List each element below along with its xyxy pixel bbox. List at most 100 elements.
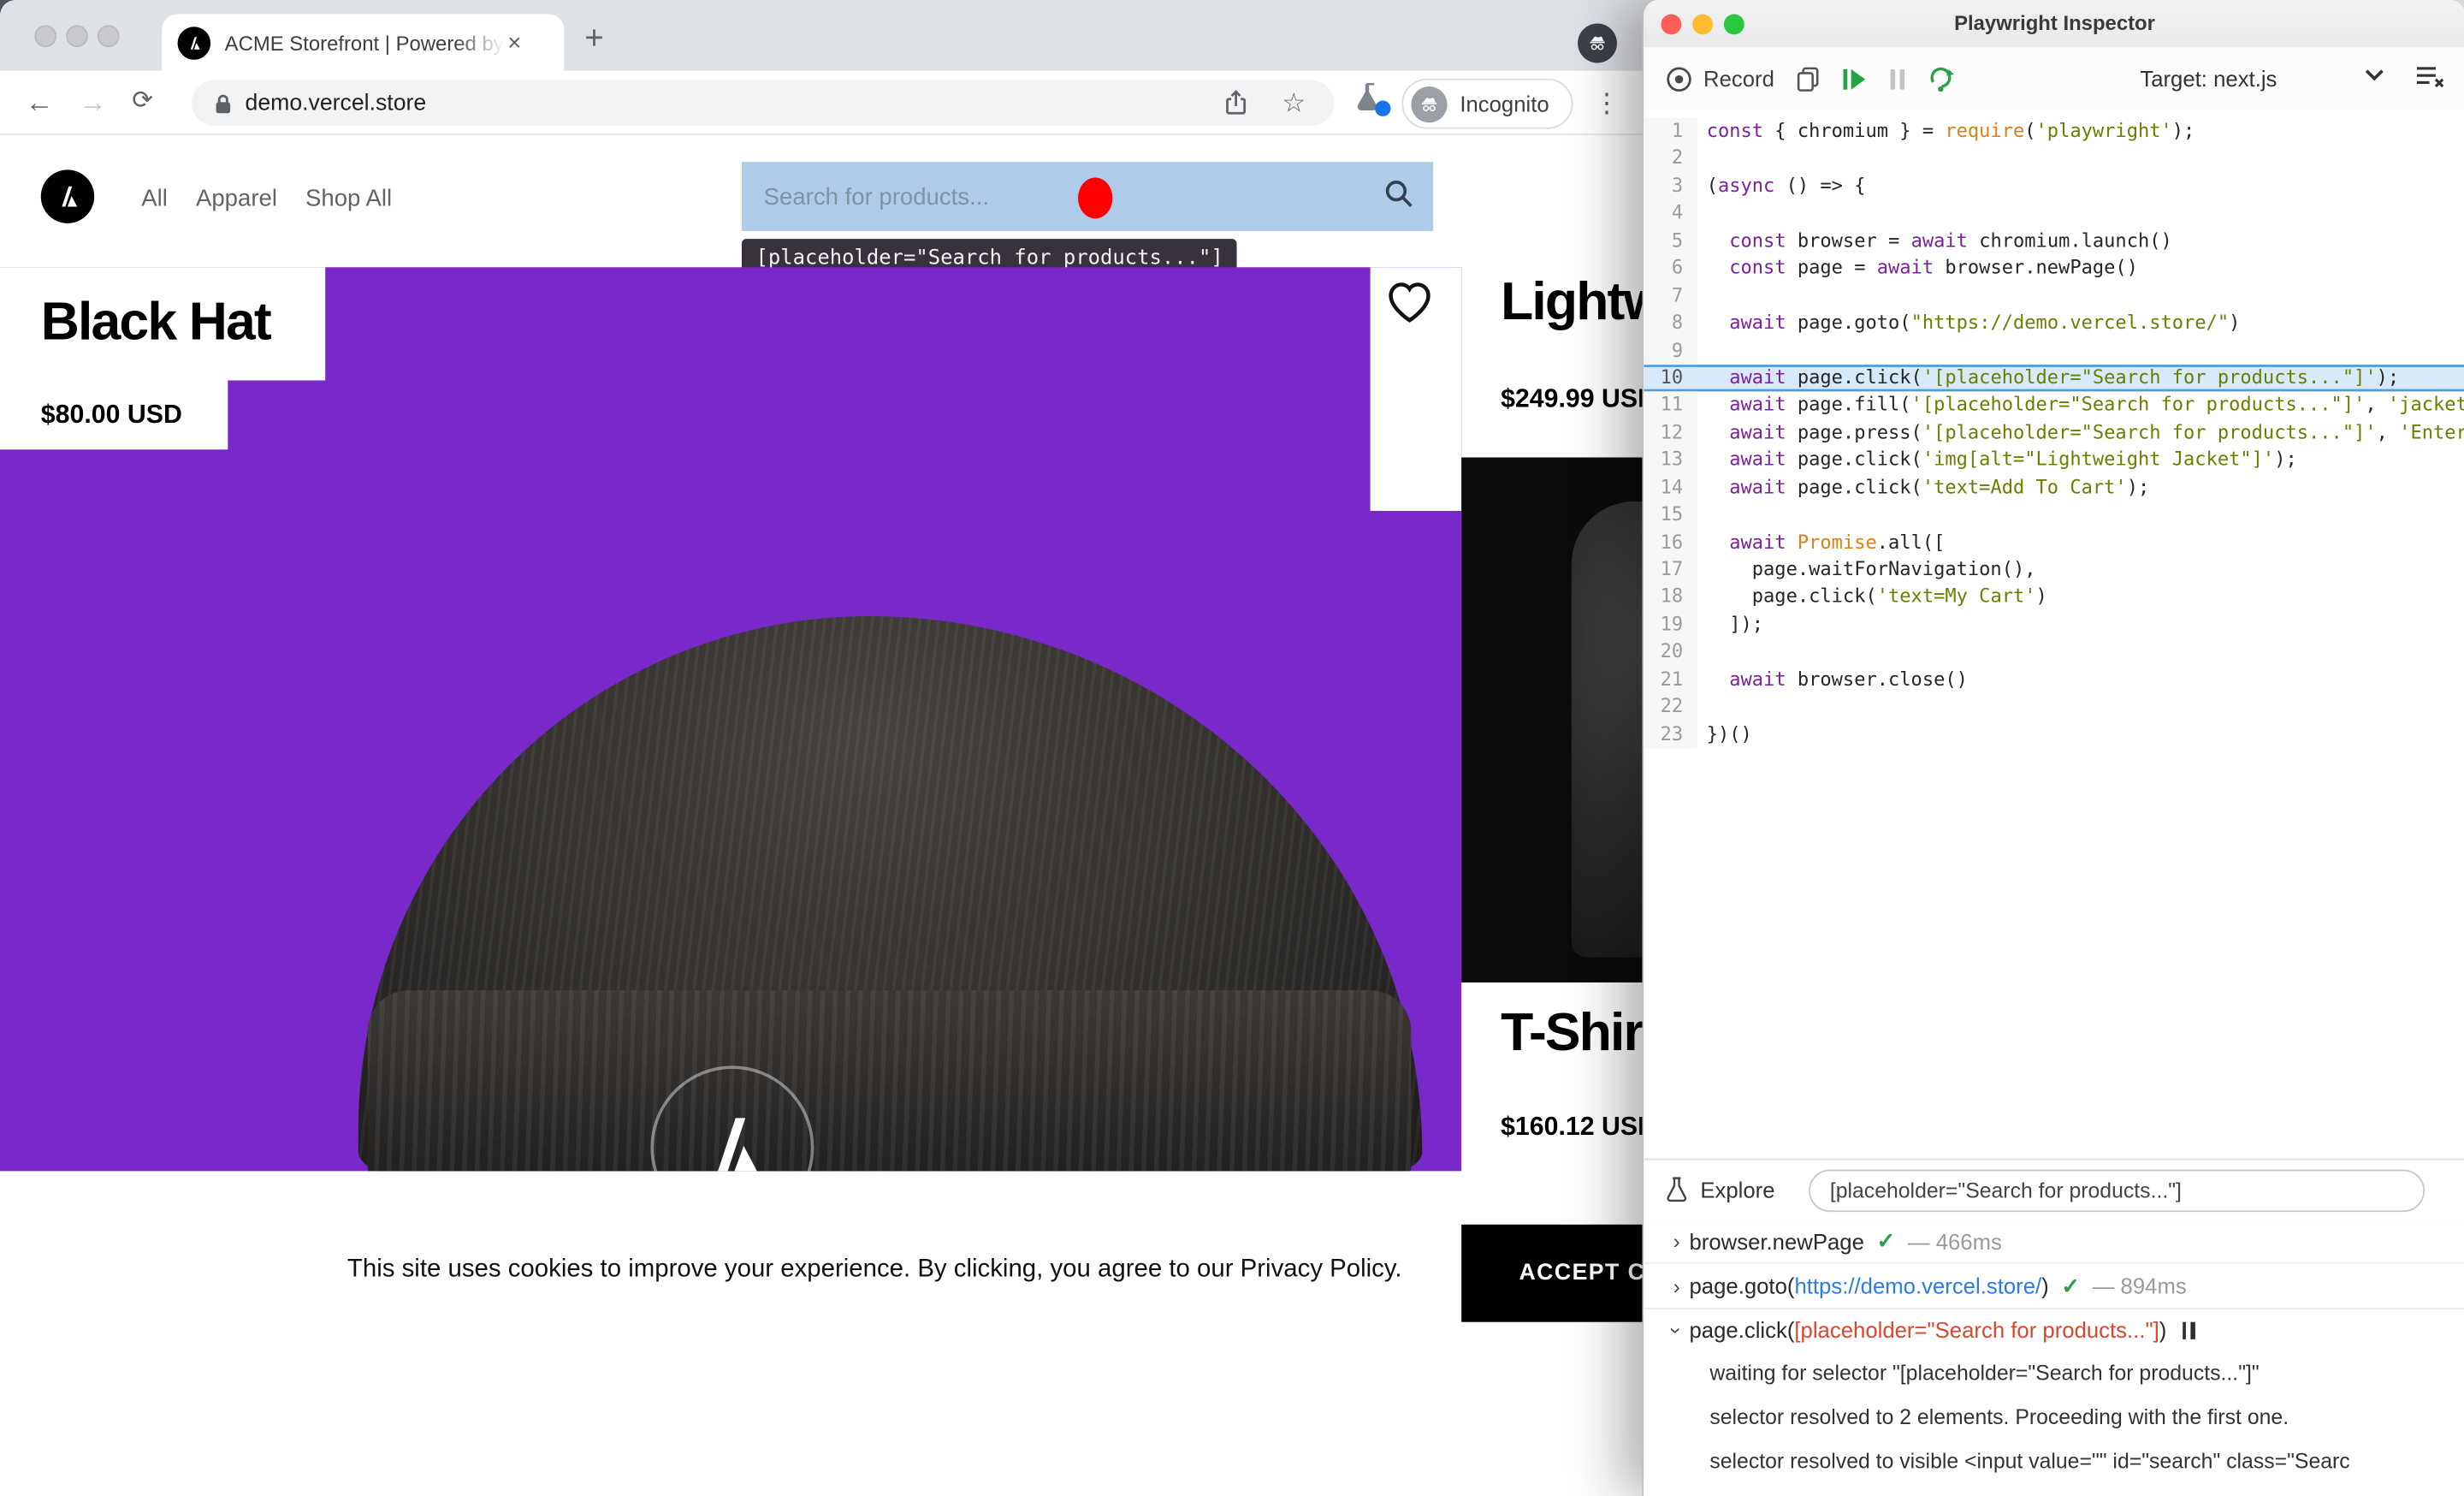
- code-line[interactable]: 14 await page.click('text=Add To Cart');: [1644, 474, 2464, 502]
- store-logo-acme-icon[interactable]: [41, 169, 94, 223]
- code-line[interactable]: 12 await page.press('[placeholder="Searc…: [1644, 419, 2464, 447]
- code-area[interactable]: 1const { chromium } = require('playwrigh…: [1644, 110, 2464, 1167]
- code-line[interactable]: 4: [1644, 200, 2464, 228]
- nav-link-shop-all[interactable]: Shop All: [305, 186, 392, 212]
- target-select[interactable]: Target: next.js: [2140, 66, 2277, 91]
- code-line-number[interactable]: 5: [1644, 228, 1697, 255]
- code-line-number[interactable]: 12: [1644, 419, 1697, 447]
- code-line-text: await page.click('text=Add To Cart');: [1697, 474, 2150, 502]
- new-tab-button[interactable]: +: [584, 22, 604, 56]
- code-line-number[interactable]: 13: [1644, 447, 1697, 474]
- clear-log-icon[interactable]: [2415, 64, 2445, 89]
- chevron-down-icon[interactable]: ›: [1665, 1318, 1689, 1343]
- code-line-number[interactable]: 22: [1644, 693, 1697, 721]
- incognito-avatar-icon[interactable]: [1578, 24, 1617, 63]
- code-line[interactable]: 13 await page.click('img[alt="Lightweigh…: [1644, 447, 2464, 474]
- search-icon[interactable]: [1384, 179, 1414, 209]
- tab-close-icon[interactable]: ×: [507, 31, 521, 55]
- record-cursor-dot: [1078, 178, 1112, 219]
- code-line-number[interactable]: 14: [1644, 474, 1697, 502]
- code-line[interactable]: 8 await page.goto("https://demo.vercel.s…: [1644, 310, 2464, 337]
- log-entry[interactable]: ›page.goto(https://demo.vercel.store/)✓—…: [1644, 1264, 2464, 1309]
- code-line[interactable]: 20: [1644, 638, 2464, 666]
- incognito-badge[interactable]: Incognito: [1401, 79, 1573, 129]
- chevron-right-icon[interactable]: ›: [1664, 1230, 1689, 1254]
- code-line[interactable]: 22: [1644, 693, 2464, 721]
- code-line-number[interactable]: 17: [1644, 556, 1697, 584]
- chevron-right-icon[interactable]: ›: [1664, 1274, 1689, 1298]
- code-line[interactable]: 21 await browser.close(): [1644, 666, 2464, 693]
- code-line[interactable]: 17 page.waitForNavigation(),: [1644, 556, 2464, 584]
- code-line[interactable]: 6 const page = await browser.newPage(): [1644, 255, 2464, 282]
- code-line-number[interactable]: 10: [1644, 365, 1697, 392]
- nav-link-apparel[interactable]: Apparel: [196, 186, 277, 212]
- code-line[interactable]: 5 const browser = await chromium.launch(…: [1644, 228, 2464, 255]
- code-line-number[interactable]: 15: [1644, 502, 1697, 529]
- code-line[interactable]: 1const { chromium } = require('playwrigh…: [1644, 118, 2464, 145]
- code-line-number[interactable]: 21: [1644, 666, 1697, 693]
- log-entry[interactable]: ›page.click([placeholder="Search for pro…: [1644, 1309, 2464, 1352]
- browser-menu-icon[interactable]: ⋮: [1593, 88, 1620, 120]
- code-line-number[interactable]: 1: [1644, 118, 1697, 145]
- code-line-number[interactable]: 9: [1644, 337, 1697, 365]
- store-nav: All Apparel Shop All: [141, 186, 392, 212]
- reload-icon[interactable]: ⟳: [132, 90, 153, 115]
- nav-link-all[interactable]: All: [141, 186, 168, 212]
- code-line[interactable]: 2: [1644, 145, 2464, 173]
- log-entry[interactable]: ›browser.newPage✓— 466ms: [1644, 1220, 2464, 1264]
- code-line-number[interactable]: 7: [1644, 282, 1697, 310]
- code-line-text: await page.fill('[placeholder="Search fo…: [1697, 392, 2464, 419]
- code-line[interactable]: 23})(): [1644, 721, 2464, 748]
- code-line-number[interactable]: 2: [1644, 145, 1697, 173]
- tshirt-name[interactable]: T-Shirt: [1501, 1003, 1659, 1065]
- code-line-number[interactable]: 19: [1644, 611, 1697, 638]
- pause-icon[interactable]: [1889, 67, 1906, 91]
- log-selector: [placeholder="Search for products..."]: [1794, 1318, 2159, 1343]
- code-line-text: [1697, 693, 1707, 721]
- forward-icon[interactable]: →: [79, 88, 107, 116]
- code-line-number[interactable]: 20: [1644, 638, 1697, 666]
- code-line[interactable]: 11 await page.fill('[placeholder="Search…: [1644, 392, 2464, 419]
- code-line[interactable]: 15: [1644, 502, 2464, 529]
- code-line-number[interactable]: 4: [1644, 200, 1697, 228]
- code-line-number[interactable]: 18: [1644, 584, 1697, 611]
- featured-product-tile[interactable]: Black Hat $80.00 USD: [0, 267, 1461, 1171]
- share-icon[interactable]: [1223, 90, 1247, 116]
- inspector-titlebar[interactable]: Playwright Inspector: [1644, 0, 2464, 49]
- macos-close-button[interactable]: [34, 25, 56, 47]
- code-line-number[interactable]: 3: [1644, 173, 1697, 200]
- explore-selector-input[interactable]: [1810, 1169, 2426, 1212]
- code-line-text: [1697, 337, 1707, 365]
- code-line[interactable]: 18 page.click('text=My Cart'): [1644, 584, 2464, 611]
- heart-icon[interactable]: [1386, 280, 1433, 324]
- code-line[interactable]: 3(async () => {: [1644, 173, 2464, 200]
- browser-tab[interactable]: ACME Storefront | Powered by ×: [162, 15, 564, 71]
- copy-icon[interactable]: [1797, 65, 1821, 92]
- code-line[interactable]: 19 ]);: [1644, 611, 2464, 638]
- chevron-down-icon[interactable]: [2365, 69, 2384, 82]
- back-icon[interactable]: ←: [25, 88, 53, 116]
- address-bar[interactable]: demo.vercel.store ☆: [192, 80, 1334, 126]
- step-over-icon[interactable]: [1928, 65, 1955, 92]
- macos-minimize-button[interactable]: [66, 25, 88, 47]
- product-name[interactable]: Black Hat: [41, 292, 270, 353]
- code-line-number[interactable]: 23: [1644, 721, 1697, 748]
- code-line[interactable]: 7: [1644, 282, 2464, 310]
- code-line-number[interactable]: 6: [1644, 255, 1697, 282]
- code-line[interactable]: 10 await page.click('[placeholder="Searc…: [1644, 365, 2464, 392]
- code-line-number[interactable]: 8: [1644, 310, 1697, 337]
- log-text: page.goto(: [1689, 1273, 1794, 1298]
- log-url-link[interactable]: https://demo.vercel.store/: [1794, 1273, 2041, 1298]
- resume-icon[interactable]: [1842, 67, 1867, 91]
- explore-flask-icon: [1666, 1176, 1688, 1204]
- bookmark-star-icon[interactable]: ☆: [1282, 87, 1306, 119]
- code-line-number[interactable]: 11: [1644, 392, 1697, 419]
- macos-zoom-button[interactable]: [98, 25, 120, 47]
- code-line[interactable]: 9: [1644, 337, 2464, 365]
- code-line[interactable]: 16 await Promise.all([: [1644, 529, 2464, 556]
- tshirt-price: $160.12 USD: [1501, 1113, 1656, 1143]
- code-line-number[interactable]: 16: [1644, 529, 1697, 556]
- experiments-flask-icon[interactable]: [1356, 82, 1388, 120]
- code-line-text: ]);: [1697, 611, 1763, 638]
- record-icon[interactable]: [1666, 65, 1692, 92]
